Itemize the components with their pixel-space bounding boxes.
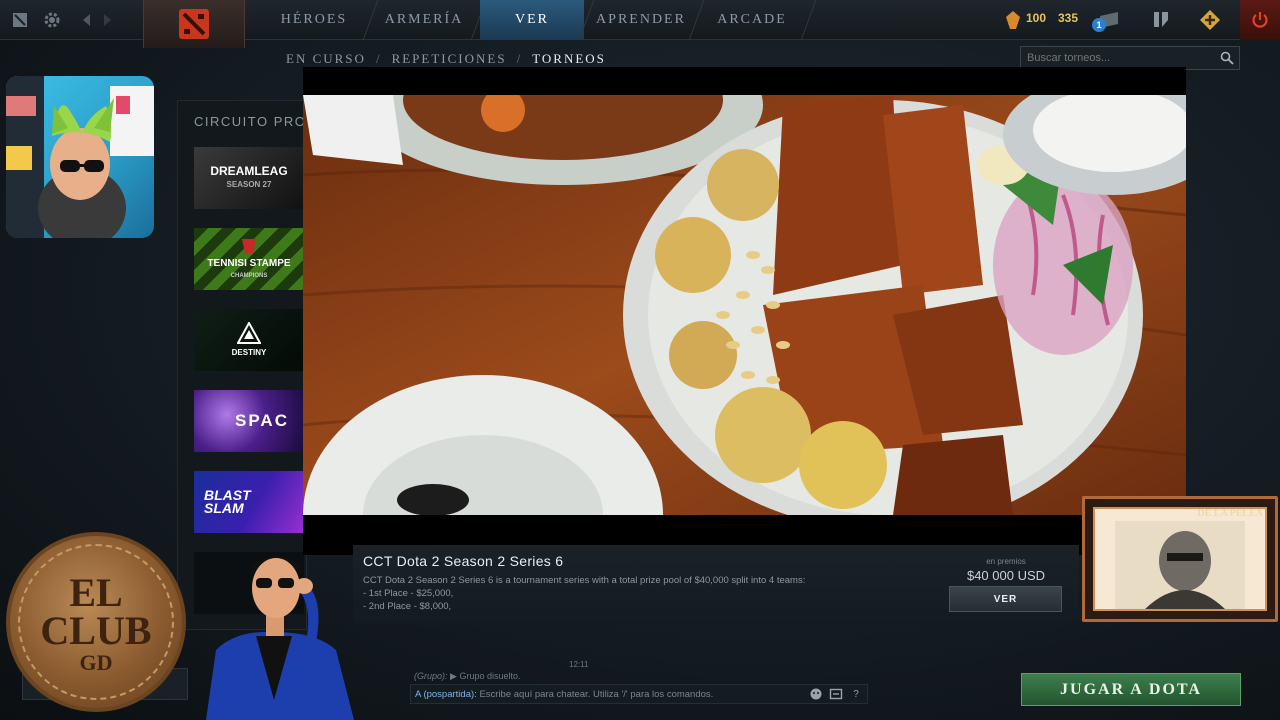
video-player[interactable]: [303, 67, 1186, 555]
club-logo-monogram: GD: [79, 650, 113, 675]
card-label: TENNISI STAMPE: [207, 257, 291, 269]
nav-watch[interactable]: VER: [480, 0, 584, 40]
dota-logo-icon: [179, 9, 209, 39]
pelea-card-title: DE LA PELEA: [1197, 508, 1263, 519]
el-club-logo: EL CLUB GD: [6, 532, 186, 712]
subnav-separator: /: [516, 51, 523, 66]
chat-wheel-icon[interactable]: [828, 686, 844, 702]
nav-learn[interactable]: APRENDER: [588, 0, 694, 40]
tournament-place-2: - 2nd Place - $8,000,: [363, 601, 452, 612]
nav-arcade[interactable]: ARCADE: [698, 0, 806, 40]
pelea-overlay-card: DE LA PELEA: [1082, 496, 1278, 622]
dota-plus-icon[interactable]: [10, 10, 30, 30]
coins-count: 335: [1058, 11, 1079, 25]
search-icon[interactable]: [1220, 51, 1234, 68]
chat-help-icon[interactable]: ?: [848, 686, 864, 702]
streamer-webcam: [6, 76, 154, 238]
card-sublabel: CHAMPIONS: [230, 272, 268, 279]
chat-group-tag: (Grupo):: [414, 671, 448, 681]
food-video-image: [303, 95, 1186, 515]
top-nav-bar: HÉROES ARMERÍA VER APRENDER ARCADE 100 3…: [0, 0, 1280, 48]
card-label: DESTINY: [231, 347, 267, 357]
card-label: DREAMLEAG: [210, 164, 288, 178]
destiny-logo-icon: [236, 320, 262, 344]
gear-icon[interactable]: [42, 10, 62, 30]
streamer-image: [6, 76, 154, 238]
card-sublabel: SEASON 27: [226, 180, 272, 189]
tournament-place-1: - 1st Place - $25,000,: [363, 588, 454, 599]
chat-input[interactable]: A (pospartida): Escribe aquí para chatea…: [410, 684, 868, 704]
tournament-card-dreamleague[interactable]: DREAMLEAG SEASON 27: [194, 147, 304, 209]
tournament-description-block: CCT Dota 2 Season 2 Series 6 is a tourna…: [363, 574, 805, 613]
presenter-image: [206, 556, 354, 720]
chat-channel-prefix: A (pospartida):: [415, 689, 477, 700]
club-logo-line2: CLUB: [40, 608, 152, 653]
tennisi-logo-icon: [242, 238, 256, 253]
card-label: BLAST SLAM: [204, 487, 251, 516]
power-icon: [1252, 12, 1268, 28]
shards-count: 100: [1026, 11, 1047, 25]
dota-logo-button[interactable]: [143, 0, 245, 48]
shard-icon: [1004, 10, 1024, 30]
card-label: SPAC: [235, 411, 289, 430]
tournament-title: CCT Dota 2 Season 2 Series 6: [363, 553, 564, 569]
nav-armory[interactable]: ARMERÍA: [372, 0, 476, 40]
power-button[interactable]: [1240, 0, 1280, 40]
video-frame-food: [303, 95, 1186, 515]
back-arrow-icon[interactable]: [77, 10, 97, 30]
circuit-title: CIRCUITO PROFE: [194, 114, 304, 129]
prize-amount: $40 000 USD: [966, 568, 1046, 583]
armory-shield-icon[interactable]: [1150, 9, 1172, 31]
subnav-live[interactable]: EN CURSO: [286, 51, 366, 67]
prize-label: en premios: [986, 557, 1026, 566]
chat-group-message: ▶ Grupo disuelto.: [450, 671, 521, 681]
emoji-icon[interactable]: [808, 686, 824, 702]
view-tournament-button[interactable]: VER: [949, 586, 1062, 612]
dota-plus-gold-icon[interactable]: [1199, 9, 1221, 31]
tournament-card-blast-slam[interactable]: BLAST SLAM: [194, 471, 304, 533]
play-dota-button[interactable]: JUGAR A DOTA: [1021, 673, 1241, 706]
tournament-card-space[interactable]: SPAC: [194, 390, 304, 452]
chat-placeholder: Escribe aquí para chatear. Utiliza '/' p…: [479, 689, 714, 700]
tournament-info-panel: CCT Dota 2 Season 2 Series 6 CCT Dota 2 …: [353, 545, 1079, 625]
subnav-replays[interactable]: REPETICIONES: [392, 51, 507, 67]
tournament-card-destiny[interactable]: DESTINY: [194, 309, 304, 371]
nav-heroes[interactable]: HÉROES: [262, 0, 366, 40]
presenter-cutout: [196, 540, 358, 720]
subnav-separator: /: [375, 51, 382, 66]
pelea-portrait-image: [1115, 521, 1245, 609]
search-input[interactable]: [1027, 52, 1212, 64]
club-logo-line1: EL: [69, 570, 123, 615]
forward-arrow-icon[interactable]: [97, 10, 117, 30]
notification-badge: 1: [1092, 18, 1106, 32]
chat-message: (Grupo): ▶ Grupo disuelto.: [414, 671, 521, 682]
tournament-description: CCT Dota 2 Season 2 Series 6 is a tourna…: [363, 575, 806, 586]
tournament-card-tennisi[interactable]: TENNISI STAMPE CHAMPIONS: [194, 228, 304, 290]
watch-subnav: EN CURSO / REPETICIONES / TORNEOS: [286, 50, 606, 68]
chat-timestamp: 12:11: [569, 660, 589, 669]
subnav-tournaments[interactable]: TORNEOS: [532, 51, 606, 67]
